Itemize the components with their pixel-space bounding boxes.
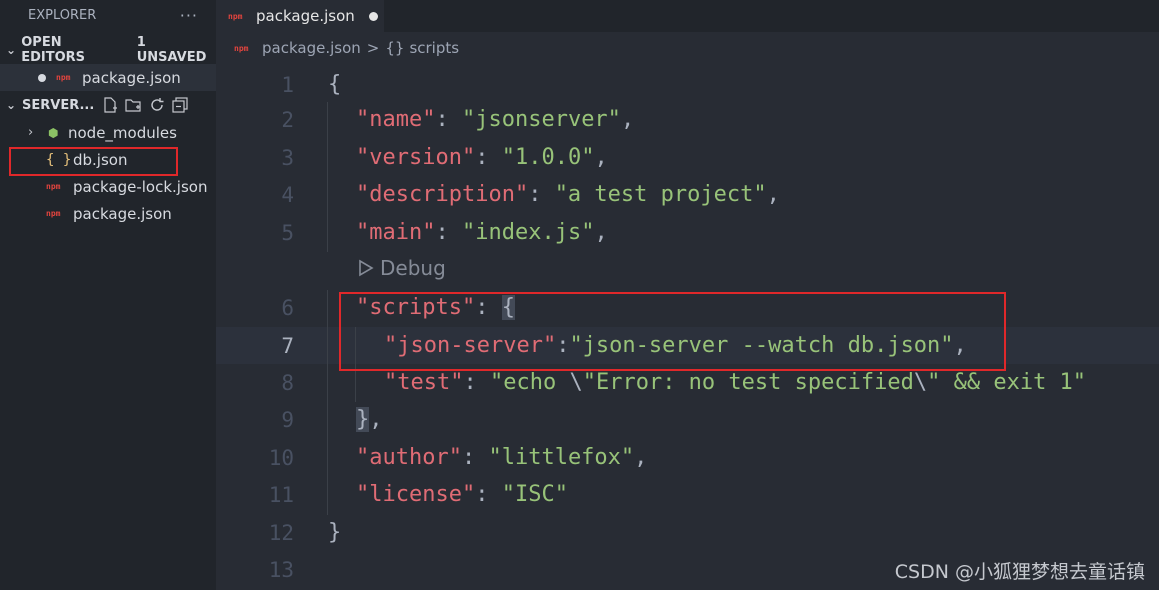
refresh-icon[interactable]	[149, 97, 165, 113]
code-text: }	[328, 520, 342, 545]
line-number: 2	[281, 107, 294, 132]
unsaved-dot-icon[interactable]	[368, 11, 378, 21]
debug-codelens[interactable]: Debug	[358, 256, 446, 280]
tree-item-label: package-lock.json	[73, 177, 208, 196]
line-number: 8	[281, 370, 294, 395]
line-number: 4	[281, 182, 294, 207]
tab-label: package.json	[256, 7, 355, 25]
tree-item-label: package.json	[73, 204, 172, 223]
new-folder-icon[interactable]	[125, 97, 142, 113]
code-line[interactable]: 2 "name": "jsonserver",	[216, 101, 1159, 138]
explorer-sidebar: EXPLORER ··· ⌄ OPEN EDITORS 1 UNSAVED np…	[0, 0, 216, 590]
code-line[interactable]: 11 "license": "ISC"	[216, 476, 1159, 513]
code-line[interactable]: 1{	[216, 66, 1159, 103]
line-number: 10	[268, 445, 294, 470]
chevron-down-icon: ⌄	[6, 43, 17, 57]
code-text: "name": "jsonserver",	[356, 107, 635, 132]
new-file-icon[interactable]	[102, 97, 118, 113]
line-number: 3	[281, 145, 294, 170]
npm-icon: npm	[56, 73, 71, 82]
tree-item-package-json[interactable]: npm package.json	[0, 200, 216, 227]
open-editors-label: OPEN EDITORS	[21, 35, 86, 65]
db-json-highlight-box	[9, 147, 178, 176]
tree-item-label: node_modules	[68, 123, 177, 142]
line-number: 6	[281, 295, 294, 320]
open-editors-section[interactable]: ⌄ OPEN EDITORS 1 UNSAVED	[0, 35, 216, 65]
play-icon	[359, 259, 374, 277]
breadcrumb-file[interactable]: package.json	[262, 39, 361, 57]
code-line[interactable]: 4 "description": "a test project",	[216, 176, 1159, 213]
tab-package-json[interactable]: npm package.json	[216, 0, 384, 32]
code-line[interactable]: 5 "main": "index.js",	[216, 214, 1159, 251]
line-number: 11	[268, 482, 294, 507]
breadcrumb-separator: >	[366, 39, 380, 57]
code-text: {	[328, 72, 342, 97]
unsaved-dot-icon[interactable]	[38, 73, 46, 82]
tree-item-node-modules[interactable]: › ⬢ node_modules	[0, 119, 216, 146]
npm-icon: npm	[234, 43, 249, 53]
line-number: 9	[281, 407, 294, 432]
tree-item-package-lock-json[interactable]: npm package-lock.json	[0, 173, 216, 200]
line-number: 7	[281, 333, 294, 358]
server-folder-label: SERVER...	[22, 97, 95, 113]
object-symbol-icon: {}	[385, 39, 405, 57]
npm-icon: npm	[46, 182, 61, 191]
code-text: "author": "littlefox",	[356, 445, 648, 470]
folder-node-icon: ⬢	[48, 125, 59, 140]
code-text: "main": "index.js",	[356, 220, 608, 245]
server-folder-section[interactable]: ⌄ SERVER...	[0, 91, 216, 119]
code-text: },	[356, 407, 383, 432]
unsaved-badge: 1 UNSAVED	[136, 35, 207, 65]
watermark: CSDN @小狐狸梦想去童话镇	[894, 561, 1145, 583]
open-editor-label: package.json	[82, 68, 181, 87]
indent-guide	[327, 290, 328, 515]
code-text: "version": "1.0.0",	[356, 145, 608, 170]
code-line[interactable]: 9},	[216, 401, 1159, 438]
code-line[interactable]: 3 "version": "1.0.0",	[216, 139, 1159, 176]
indent-guide	[327, 102, 328, 252]
line-number: 13	[268, 557, 294, 582]
line-number: 5	[281, 220, 294, 245]
code-line[interactable]: 10 "author": "littlefox",	[216, 439, 1159, 476]
npm-icon: npm	[46, 209, 61, 218]
code-text: "test": "echo \"Error: no test specified…	[384, 370, 1087, 395]
code-line[interactable]: 12}	[216, 514, 1159, 551]
open-editor-item-package-json[interactable]: npm package.json	[0, 64, 216, 91]
line-number: 1	[281, 72, 294, 97]
explorer-title: EXPLORER	[28, 7, 97, 23]
breadcrumb: npm package.json > {} scripts	[216, 32, 1159, 64]
editor-area: npm package.json npm package.json > {} s…	[216, 0, 1159, 590]
breadcrumb-symbol[interactable]: scripts	[409, 39, 459, 57]
tab-bar: npm package.json	[216, 0, 1159, 32]
chevron-right-icon: ›	[28, 125, 34, 140]
npm-icon: npm	[228, 11, 243, 21]
line-number: 12	[268, 520, 294, 545]
code-text: "license": "ISC"	[356, 482, 568, 507]
scripts-highlight-box	[339, 292, 1006, 371]
codelens-label: Debug	[380, 256, 446, 280]
more-actions-icon[interactable]: ···	[180, 6, 198, 25]
explorer-header: EXPLORER ···	[0, 0, 216, 30]
collapse-all-icon[interactable]	[172, 97, 188, 113]
chevron-down-icon: ⌄	[6, 98, 17, 112]
code-text: "description": "a test project",	[356, 182, 780, 207]
